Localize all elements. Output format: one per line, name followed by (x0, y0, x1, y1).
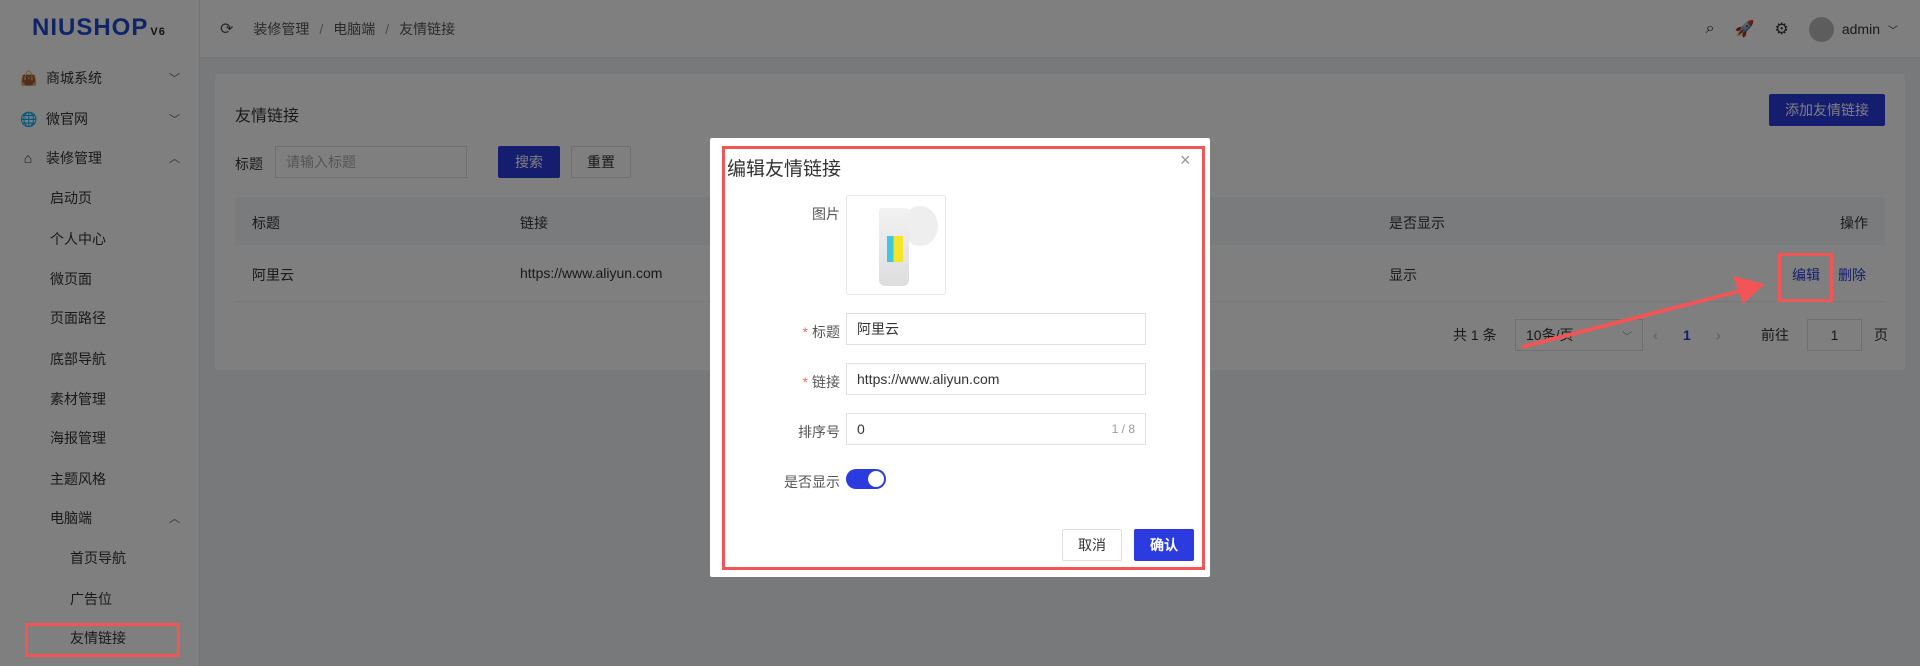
image-label: 图片 (812, 206, 840, 222)
link-label: * 链接 (802, 374, 840, 390)
title-input[interactable]: 阿里云 (846, 313, 1146, 345)
product-image-tube (879, 208, 909, 286)
image-upload[interactable] (846, 195, 946, 295)
char-counter: 1 / 8 (1111, 422, 1135, 436)
close-icon[interactable]: × (1180, 150, 1191, 171)
sort-label: 排序号 (798, 424, 840, 440)
sort-input[interactable]: 01 / 8 (846, 413, 1146, 445)
arrow-line (1521, 289, 1741, 349)
title-label: * 标题 (802, 324, 840, 340)
show-label: 是否显示 (784, 474, 840, 490)
show-toggle[interactable] (846, 469, 886, 489)
confirm-button[interactable]: 确认 (1134, 529, 1194, 561)
edit-friend-link-dialog: 编辑友情链接 × 图片 * 标题 阿里云 * 链接 https://www.aliy… (710, 138, 1210, 577)
cancel-button[interactable]: 取消 (1062, 529, 1122, 561)
toggle-knob (868, 471, 884, 487)
dialog-title: 编辑友情链接 (727, 159, 842, 180)
link-input[interactable]: https://www.aliyun.com (846, 363, 1146, 395)
